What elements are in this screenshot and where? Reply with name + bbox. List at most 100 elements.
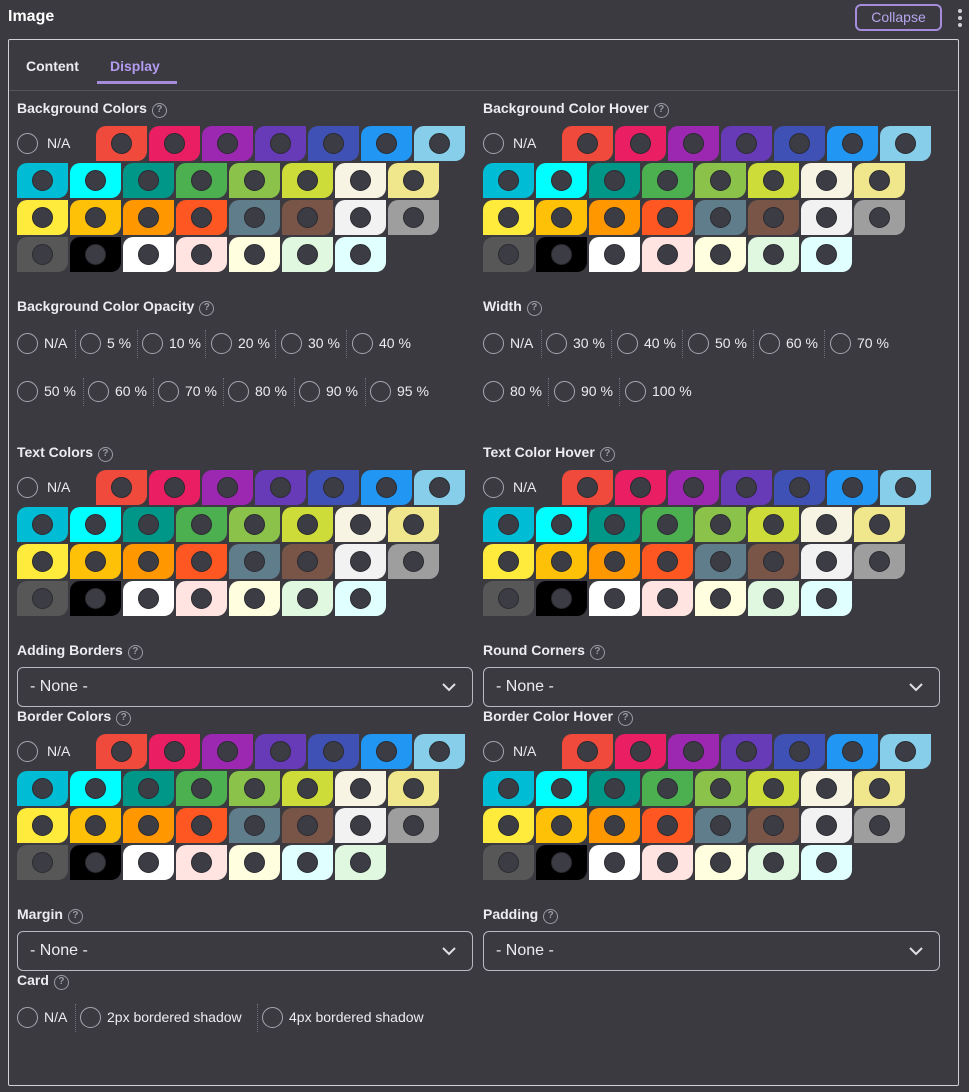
color-swatch[interactable] bbox=[388, 544, 439, 579]
color-swatch[interactable] bbox=[282, 845, 333, 880]
color-swatch[interactable] bbox=[483, 845, 534, 880]
color-swatch[interactable] bbox=[255, 126, 306, 161]
help-icon[interactable]: ? bbox=[116, 711, 132, 726]
color-swatch[interactable] bbox=[880, 734, 931, 769]
color-swatch[interactable] bbox=[229, 771, 280, 806]
color-swatch[interactable] bbox=[536, 237, 587, 272]
color-swatch[interactable] bbox=[880, 126, 931, 161]
color-swatch[interactable] bbox=[335, 200, 386, 235]
color-swatch[interactable] bbox=[536, 163, 587, 198]
tab-content[interactable]: Content bbox=[26, 58, 79, 74]
color-swatch[interactable] bbox=[70, 163, 121, 198]
color-swatch[interactable] bbox=[176, 237, 227, 272]
color-swatch[interactable] bbox=[615, 470, 666, 505]
color-swatch[interactable] bbox=[483, 771, 534, 806]
color-swatch[interactable] bbox=[17, 771, 68, 806]
color-swatch[interactable] bbox=[748, 581, 799, 616]
color-swatch[interactable] bbox=[176, 581, 227, 616]
color-swatch[interactable] bbox=[335, 507, 386, 542]
color-swatch[interactable] bbox=[96, 470, 147, 505]
color-swatch[interactable] bbox=[695, 200, 746, 235]
help-icon[interactable]: ? bbox=[53, 975, 69, 990]
color-swatch[interactable] bbox=[176, 200, 227, 235]
color-swatch[interactable] bbox=[282, 163, 333, 198]
color-swatch[interactable] bbox=[854, 507, 905, 542]
color-option-na[interactable]: N/A bbox=[483, 477, 536, 499]
color-swatch[interactable] bbox=[801, 845, 852, 880]
color-swatch[interactable] bbox=[589, 544, 640, 579]
help-icon[interactable]: ? bbox=[199, 301, 215, 316]
collapse-button[interactable]: Collapse bbox=[855, 4, 942, 31]
color-swatch[interactable] bbox=[589, 845, 640, 880]
color-swatch[interactable] bbox=[202, 126, 253, 161]
color-swatch[interactable] bbox=[17, 507, 68, 542]
color-swatch[interactable] bbox=[695, 163, 746, 198]
color-swatch[interactable] bbox=[589, 200, 640, 235]
color-swatch[interactable] bbox=[536, 845, 587, 880]
color-swatch[interactable] bbox=[308, 734, 359, 769]
color-swatch[interactable] bbox=[880, 470, 931, 505]
help-icon[interactable]: ? bbox=[67, 909, 83, 924]
color-swatch[interactable] bbox=[695, 771, 746, 806]
color-swatch[interactable] bbox=[96, 734, 147, 769]
color-swatch[interactable] bbox=[589, 237, 640, 272]
color-swatch[interactable] bbox=[695, 808, 746, 843]
color-swatch[interactable] bbox=[70, 507, 121, 542]
color-swatch[interactable] bbox=[854, 808, 905, 843]
color-swatch[interactable] bbox=[255, 470, 306, 505]
color-option-na[interactable]: N/A bbox=[17, 133, 70, 155]
color-swatch[interactable] bbox=[748, 845, 799, 880]
color-swatch[interactable] bbox=[642, 507, 693, 542]
color-swatch[interactable] bbox=[483, 808, 534, 843]
color-option-na[interactable]: N/A bbox=[483, 133, 536, 155]
color-swatch[interactable] bbox=[282, 544, 333, 579]
color-swatch[interactable] bbox=[854, 163, 905, 198]
color-option-na[interactable]: N/A bbox=[17, 477, 70, 499]
color-swatch[interactable] bbox=[149, 126, 200, 161]
color-swatch[interactable] bbox=[123, 507, 174, 542]
color-swatch[interactable] bbox=[721, 470, 772, 505]
color-swatch[interactable] bbox=[589, 581, 640, 616]
color-swatch[interactable] bbox=[70, 845, 121, 880]
color-swatch[interactable] bbox=[748, 163, 799, 198]
color-swatch[interactable] bbox=[854, 200, 905, 235]
color-swatch[interactable] bbox=[388, 507, 439, 542]
color-swatch[interactable] bbox=[229, 507, 280, 542]
color-swatch[interactable] bbox=[123, 581, 174, 616]
color-swatch[interactable] bbox=[642, 544, 693, 579]
color-swatch[interactable] bbox=[589, 507, 640, 542]
color-swatch[interactable] bbox=[536, 581, 587, 616]
color-swatch[interactable] bbox=[483, 237, 534, 272]
color-swatch[interactable] bbox=[801, 507, 852, 542]
color-swatch[interactable] bbox=[774, 734, 825, 769]
help-icon[interactable]: ? bbox=[653, 103, 669, 118]
color-swatch[interactable] bbox=[149, 734, 200, 769]
color-swatch[interactable] bbox=[70, 544, 121, 579]
color-swatch[interactable] bbox=[827, 126, 878, 161]
color-swatch[interactable] bbox=[123, 771, 174, 806]
color-swatch[interactable] bbox=[17, 237, 68, 272]
color-swatch[interactable] bbox=[388, 200, 439, 235]
color-swatch[interactable] bbox=[748, 200, 799, 235]
color-swatch[interactable] bbox=[642, 163, 693, 198]
color-swatch[interactable] bbox=[123, 237, 174, 272]
color-swatch[interactable] bbox=[229, 845, 280, 880]
color-swatch[interactable] bbox=[123, 163, 174, 198]
color-swatch[interactable] bbox=[642, 200, 693, 235]
color-swatch[interactable] bbox=[335, 237, 386, 272]
color-swatch[interactable] bbox=[748, 808, 799, 843]
color-swatch[interactable] bbox=[827, 734, 878, 769]
color-swatch[interactable] bbox=[123, 200, 174, 235]
color-swatch[interactable] bbox=[123, 808, 174, 843]
color-swatch[interactable] bbox=[748, 237, 799, 272]
color-swatch[interactable] bbox=[17, 845, 68, 880]
color-swatch[interactable] bbox=[801, 237, 852, 272]
color-swatch[interactable] bbox=[414, 126, 465, 161]
help-icon[interactable]: ? bbox=[127, 645, 143, 660]
color-swatch[interactable] bbox=[615, 126, 666, 161]
color-swatch[interactable] bbox=[282, 237, 333, 272]
color-swatch[interactable] bbox=[282, 200, 333, 235]
more-options-icon[interactable] bbox=[955, 9, 965, 29]
help-icon[interactable]: ? bbox=[543, 909, 559, 924]
color-swatch[interactable] bbox=[854, 544, 905, 579]
